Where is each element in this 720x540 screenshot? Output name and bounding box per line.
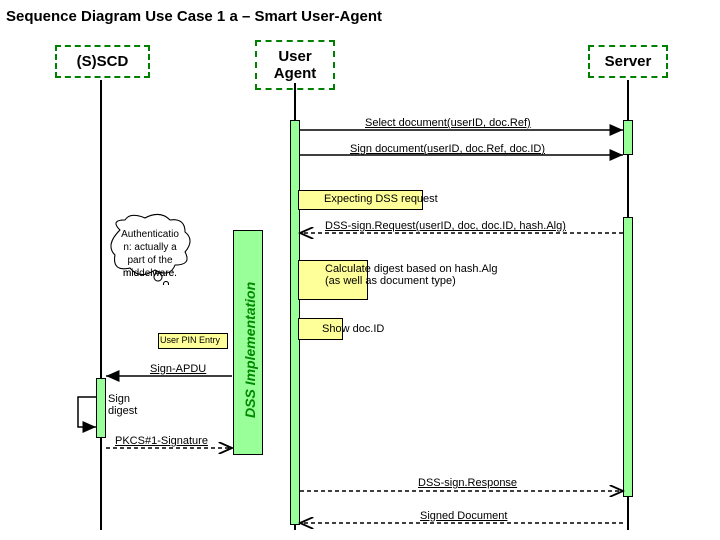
msg-dss-resp: DSS-sign.Response [418,477,517,489]
participant-label: User Agent [274,48,317,82]
auth-note-text: Authenticatio n: actually a part of the … [105,220,195,288]
sequence-diagram: (S)SCD User Agent Server DSS Implementat… [0,35,720,540]
activation-server-1 [623,120,633,155]
dss-impl-label: DSS Implementation [242,268,258,418]
msg-pkcs: PKCS#1-Signature [115,435,208,447]
participant-label: Server [605,53,652,70]
auth-note-cloud: Authenticatio n: actually a part of the … [105,215,195,283]
msg-signed-doc: Signed Document [420,510,507,522]
activation-server-2 [623,217,633,497]
msg-show-docid: Show doc.ID [322,323,384,335]
participant-sscd: (S)SCD [55,45,150,78]
msg-select-doc: Select document(userID, doc.Ref) [365,117,531,129]
msg-sign-doc: Sign document(userID, doc.Ref, doc.ID) [350,143,545,155]
activation-sscd [96,378,106,438]
participant-label: (S)SCD [77,53,129,70]
msg-sign-digest: Sign digest [108,393,137,417]
msg-sign-apdu: Sign-APDU [150,363,206,375]
msg-expecting: Expecting DSS request [324,193,438,205]
lifeline-sscd [100,80,102,530]
msg-user-pin: User PIN Entry [160,335,220,345]
participant-server: Server [588,45,668,78]
msg-calc-digest: Calculate digest based on hash.Alg (as w… [325,263,497,287]
msg-dss-sign-req: DSS-sign.Request(userID, doc, doc.ID, ha… [325,220,566,232]
diagram-title: Sequence Diagram Use Case 1 a – Smart Us… [0,0,720,33]
